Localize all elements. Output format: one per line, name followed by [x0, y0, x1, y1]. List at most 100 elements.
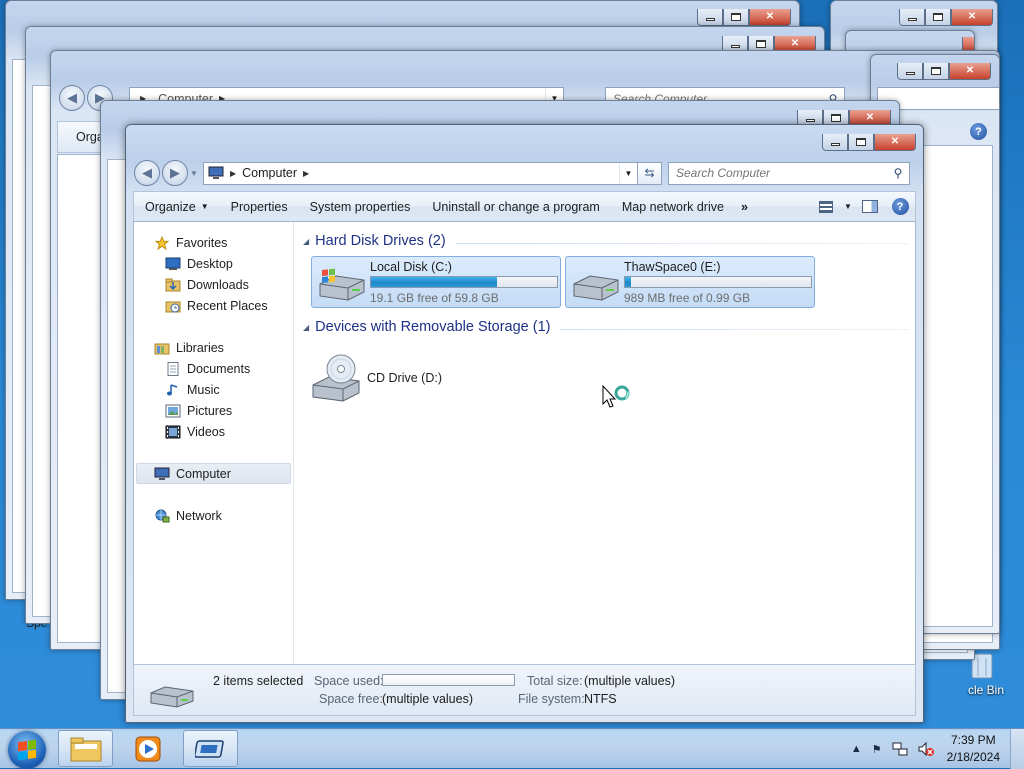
close-button[interactable]: ✕ [749, 9, 791, 26]
selection-count: 2 items selected [213, 674, 304, 688]
nav-pictures[interactable]: Pictures [134, 400, 293, 421]
computer-icon [154, 467, 170, 480]
group-header-label: Devices with Removable Storage (1) [315, 319, 551, 335]
group-header-hard-disk-drives[interactable]: ◢ Hard Disk Drives (2) [303, 230, 909, 252]
explorer-window[interactable]: ✕ ◀ ▶ ▼ ▶ Computer ▶ ▼ ⇆ ⚲ Organize ▼ Pro… [125, 124, 924, 723]
collapse-icon[interactable]: ◢ [303, 323, 309, 332]
back-button[interactable]: ◀ [59, 85, 85, 111]
minimize-button[interactable] [822, 134, 848, 151]
search-box[interactable]: ⚲ [668, 161, 910, 185]
maximize-button[interactable] [723, 9, 749, 26]
breadcrumb-arrow-icon[interactable]: ▶ [303, 169, 309, 178]
uninstall-program-button[interactable]: Uninstall or change a program [421, 192, 610, 221]
help-icon: ? [891, 198, 909, 215]
back-button[interactable]: ◀ [134, 160, 160, 186]
change-view-button[interactable] [811, 195, 841, 219]
nav-libraries[interactable]: Libraries [134, 337, 293, 358]
nav-desktop[interactable]: Desktop [134, 253, 293, 274]
breadcrumb-computer[interactable]: Computer [242, 166, 297, 180]
recycle-bin-label[interactable]: cle Bin [968, 683, 1004, 697]
forward-button[interactable]: ▶ [162, 160, 188, 186]
minimize-button[interactable] [899, 9, 925, 26]
help-button[interactable]: ? [885, 195, 915, 219]
group-header-removable-storage[interactable]: ◢ Devices with Removable Storage (1) [303, 316, 909, 338]
computer-icon [208, 166, 224, 179]
nav-label: Pictures [187, 403, 233, 418]
nav-label: Documents [187, 361, 251, 376]
nav-label: Videos [187, 424, 225, 439]
preview-pane-button[interactable] [855, 195, 885, 219]
search-input[interactable] [885, 91, 999, 106]
nav-recent-places[interactable]: Recent Places [134, 295, 293, 316]
close-button[interactable]: ✕ [951, 9, 993, 26]
nav-downloads[interactable]: Downloads [134, 274, 293, 295]
search-input[interactable] [676, 166, 887, 180]
network-status-icon[interactable] [892, 741, 908, 757]
recent-places-icon [165, 301, 181, 312]
maximize-button[interactable] [923, 63, 949, 80]
nav-favorites[interactable]: Favorites [134, 232, 293, 253]
file-system-value: NTFS [584, 692, 617, 706]
nav-label: Computer [176, 466, 231, 481]
maximize-button[interactable] [848, 134, 874, 151]
help-icon[interactable]: ? [970, 123, 987, 140]
music-icon [167, 383, 178, 395]
map-network-drive-button[interactable]: Map network drive [611, 192, 735, 221]
minimize-button[interactable] [897, 63, 923, 80]
group-header-label: Hard Disk Drives (2) [315, 233, 446, 249]
organize-menu[interactable]: Organize ▼ [134, 192, 220, 221]
drive-tile-c[interactable]: Local Disk (C:) 19.1 GB free of 59.8 GB [311, 256, 561, 308]
documents-icon [167, 361, 179, 376]
taskbar-remote-desktop-button[interactable] [183, 730, 238, 767]
hard-drive-icon [573, 275, 619, 301]
drive-name: Local Disk (C:) [370, 259, 452, 274]
nav-documents[interactable]: Documents [134, 358, 293, 379]
network-icon [155, 509, 170, 522]
remote-desktop-icon [194, 739, 224, 758]
command-bar: Organize ▼ Properties System properties U… [133, 191, 916, 222]
address-dropdown-icon[interactable]: ▼ [619, 162, 637, 184]
start-button[interactable] [8, 731, 46, 769]
busy-cursor-icon [602, 384, 630, 408]
refresh-button[interactable]: ⇆ [638, 161, 662, 185]
cd-drive-name: CD Drive (D:) [367, 371, 442, 385]
breadcrumb-arrow-icon[interactable]: ▶ [230, 169, 236, 178]
action-center-flag-icon[interactable]: ⚑ [872, 743, 882, 756]
drive-name: ThawSpace0 (E:) [624, 259, 721, 274]
folder-icon [70, 737, 101, 761]
show-hidden-icons-icon[interactable]: ▲ [851, 743, 862, 755]
nav-network[interactable]: Network [134, 505, 293, 526]
clock[interactable]: 7:39 PM 2/18/2024 [939, 732, 1010, 766]
minimize-button[interactable] [697, 9, 723, 26]
volume-muted-icon[interactable] [918, 741, 934, 757]
taskbar-explorer-button[interactable] [58, 730, 113, 767]
nav-music[interactable]: Music [134, 379, 293, 400]
system-properties-button[interactable]: System properties [299, 192, 422, 221]
details-pane: 2 items selected Space used: Space free:… [133, 664, 916, 716]
taskbar-media-player-button[interactable] [120, 730, 175, 767]
view-options-dropdown[interactable]: ▼ [841, 195, 855, 219]
libraries-icon [154, 343, 170, 354]
maximize-button[interactable] [925, 9, 951, 26]
close-button[interactable]: ✕ [874, 134, 916, 151]
nav-computer[interactable]: Computer [136, 463, 291, 484]
file-system-label: File system: [518, 692, 585, 706]
cd-drive-icon [312, 354, 360, 402]
clock-time: 7:39 PM [950, 733, 996, 747]
nav-label: Network [176, 508, 222, 523]
downloads-folder-icon [165, 278, 181, 291]
nav-videos[interactable]: Videos [134, 421, 293, 442]
properties-button[interactable]: Properties [220, 192, 299, 221]
drive-tile-e[interactable]: ThawSpace0 (E:) 989 MB free of 0.99 GB [565, 256, 815, 308]
navigation-bar: ◀ ▶ ▼ ▶ Computer ▶ ▼ ⇆ ⚲ [134, 160, 915, 186]
toolbar-overflow-button[interactable]: » [735, 192, 754, 221]
search-icon[interactable]: ⚲ [887, 166, 909, 180]
nav-label: Libraries [176, 340, 224, 355]
recent-pages-dropdown[interactable]: ▼ [190, 169, 200, 178]
nav-label: Downloads [187, 277, 249, 292]
collapse-icon[interactable]: ◢ [303, 237, 309, 246]
address-bar[interactable]: ▶ Computer ▶ ▼ [203, 161, 638, 185]
show-desktop-button[interactable] [1010, 729, 1024, 769]
close-button[interactable]: ✕ [949, 63, 991, 80]
drives-icon [150, 686, 194, 708]
